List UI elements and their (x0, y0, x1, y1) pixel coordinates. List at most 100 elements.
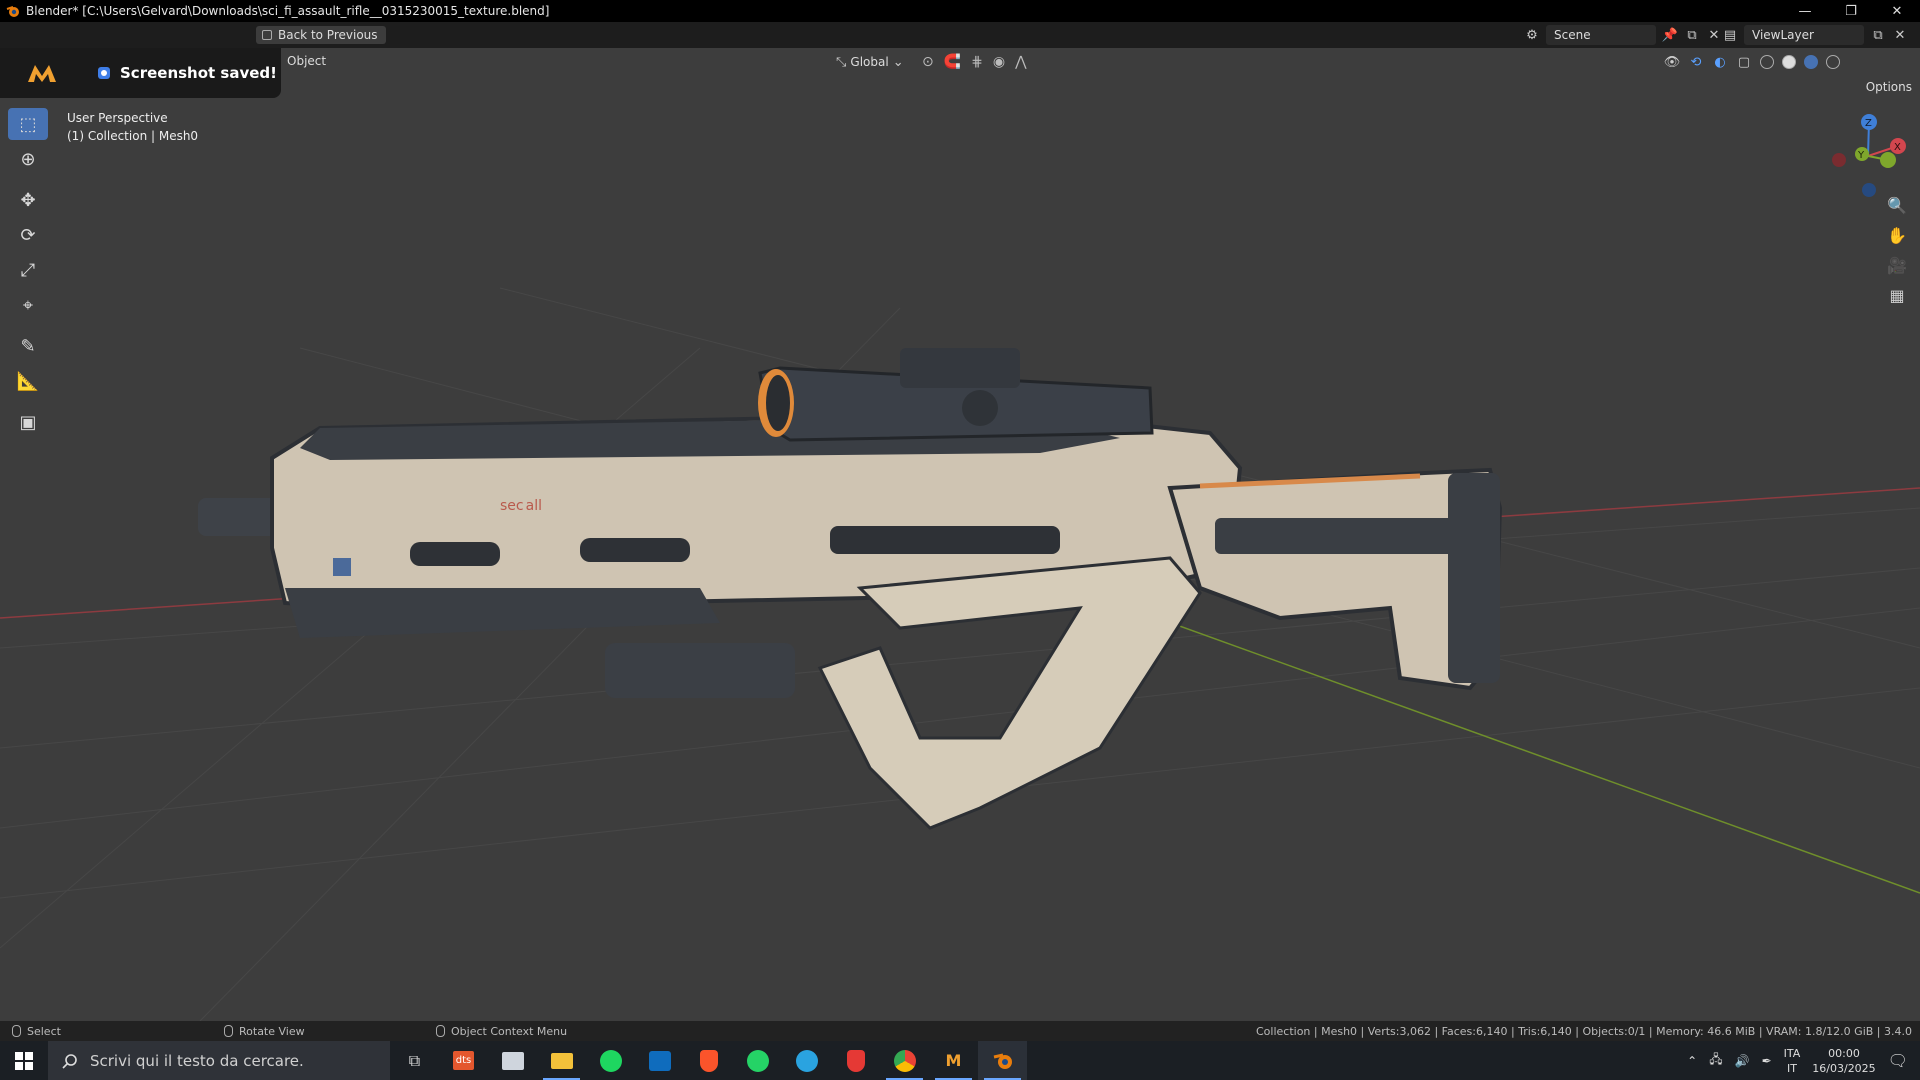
outlook-icon (648, 1050, 671, 1071)
taskbar-search[interactable]: Scrivi qui il testo da cercare. (48, 1041, 390, 1080)
scene-icon[interactable]: ⚙ (1524, 27, 1540, 43)
pin-icon[interactable]: 📌 (1662, 27, 1678, 43)
material-shading-icon[interactable] (1804, 55, 1818, 69)
network-icon[interactable]: 🖧 (1709, 1050, 1722, 1071)
taskbar-app-spotify[interactable] (586, 1041, 635, 1080)
taskbar-app-explorer[interactable] (537, 1041, 586, 1080)
ortho-grid-icon[interactable]: ▦ (1884, 282, 1910, 308)
taskbar-app-dts[interactable]: dts (439, 1041, 488, 1080)
status-context: Object Context Menu (436, 1025, 567, 1038)
rotate-tool[interactable]: ⟳ (8, 219, 48, 251)
taskbar-app-outlook[interactable] (635, 1041, 684, 1080)
start-button[interactable] (0, 1041, 48, 1080)
back-to-previous-button[interactable]: Back to Previous (256, 26, 386, 44)
language-indicator[interactable]: ITA IT (1784, 1046, 1801, 1076)
wireframe-shading-icon[interactable] (1760, 55, 1774, 69)
perspective-label: User Perspective (67, 111, 168, 125)
transform-tool[interactable]: ⌖ (8, 289, 48, 321)
blender-icon (6, 6, 19, 17)
folder-icon (550, 1052, 573, 1069)
cursor-tool[interactable]: ⊕ (8, 143, 48, 175)
move-tool[interactable]: ✥ (8, 184, 48, 216)
scene-field[interactable]: Scene (1546, 25, 1656, 45)
new-view-layer-icon[interactable]: ⧉ (1870, 27, 1886, 43)
camera-view-icon[interactable]: 🎥 (1884, 252, 1910, 278)
capture-tool-icon: M (945, 1051, 962, 1070)
tool-bar: ⬚ ⊕ ✥ ⟳ ⤢ ⌖ ✎ 📐 ▣ (8, 108, 50, 441)
clock-time: 00:00 (1828, 1046, 1860, 1060)
taskbar-app-store[interactable] (488, 1041, 537, 1080)
measure-tool[interactable]: 📐 (8, 365, 48, 397)
rifle-model: sec all (198, 348, 1503, 830)
falloff-icon[interactable]: ⋀ (1015, 54, 1026, 70)
orientation-value: Global (850, 55, 889, 69)
xray-toggle-icon[interactable]: ▢ (1736, 54, 1752, 70)
screenshot-notification: Screenshot saved! (0, 48, 281, 98)
add-cube-tool[interactable]: ▣ (8, 406, 48, 438)
move-icon: ✥ (20, 189, 36, 211)
proportional-edit-icon[interactable]: ◉ (993, 54, 1005, 70)
taskbar-app-capture-tool[interactable]: M (929, 1041, 978, 1080)
overlay-toggle-icon[interactable]: ◐ (1712, 54, 1728, 70)
brave-icon (699, 1049, 718, 1072)
delete-view-layer-icon[interactable]: ✕ (1892, 27, 1908, 43)
clock[interactable]: 00:00 16/03/2025 (1812, 1046, 1875, 1076)
scene-selector[interactable]: ⚙ Scene 📌 ⧉ ✕ (1524, 25, 1722, 45)
select-box-icon: ⬚ (19, 113, 37, 135)
telegram-icon (795, 1049, 818, 1072)
fullscreen-icon (262, 30, 272, 40)
delete-scene-icon[interactable]: ✕ (1706, 27, 1722, 43)
collection-info: (1) Collection | Mesh0 (67, 129, 199, 143)
window-title: Blender* [C:\Users\Gelvard\Downloads\sci… (26, 4, 550, 18)
3d-viewport[interactable]: sec all Object ⤡ Global ⌄ ⊙ 🧲 ⋕ ◉ ⋀ 👁 ⟲ ◐… (0, 48, 1920, 1021)
snap-icon[interactable]: 🧲 (944, 54, 961, 70)
taskbar-app-whatsapp[interactable] (733, 1041, 782, 1080)
task-view-icon: ⧉ (408, 1050, 421, 1070)
select-box-tool[interactable]: ⬚ (8, 108, 48, 140)
volume-icon[interactable]: 🔊 (1735, 1054, 1750, 1068)
svg-text:secall: sec all (500, 498, 542, 514)
snap-increment-icon[interactable]: ⋕ (971, 54, 983, 70)
shading-tools: 👁 ⟲ ◐ ▢ (1664, 52, 1840, 72)
mouse-left-icon (12, 1025, 21, 1037)
transform-orientation-dropdown[interactable]: ⤡ Global ⌄ (836, 52, 904, 72)
taskbar-app-chrome[interactable] (880, 1041, 929, 1080)
pivot-icon[interactable]: ⊙ (922, 54, 934, 70)
solid-shading-icon[interactable] (1782, 55, 1796, 69)
pan-hand-icon[interactable]: ✋ (1884, 222, 1910, 248)
windows-taskbar: Scrivi qui il testo da cercare. ⧉ dts M … (0, 1041, 1920, 1080)
clock-date: 16/03/2025 (1812, 1061, 1876, 1075)
gizmo-y-label: Y (1857, 150, 1865, 161)
store-icon (501, 1051, 524, 1070)
taskbar-app-brave-nightly[interactable] (831, 1041, 880, 1080)
options-dropdown[interactable]: Options (1866, 80, 1912, 94)
rendered-shading-icon[interactable] (1826, 55, 1840, 69)
visibility-icon[interactable]: 👁 (1664, 54, 1681, 70)
taskbar-app-telegram[interactable] (782, 1041, 831, 1080)
taskbar-app-brave[interactable] (684, 1041, 733, 1080)
status-bar: Select Rotate View Object Context Menu C… (0, 1021, 1920, 1041)
new-scene-icon[interactable]: ⧉ (1684, 27, 1700, 43)
object-menu[interactable]: Object (287, 54, 326, 68)
viewport-header: Object ⤡ Global ⌄ ⊙ 🧲 ⋕ ◉ ⋀ 👁 ⟲ ◐ ▢ Opti… (0, 48, 1920, 94)
view-layer-selector[interactable]: ▤ ViewLayer ⧉ ✕ (1722, 25, 1908, 45)
gizmo-toggle-icon[interactable]: ⟲ (1688, 54, 1704, 70)
annotate-tool[interactable]: ✎ (8, 330, 48, 362)
scale-icon: ⤢ (20, 259, 36, 281)
view-layer-field[interactable]: ViewLayer (1744, 25, 1864, 45)
task-view-button[interactable]: ⧉ (390, 1041, 439, 1080)
notifications-icon[interactable]: 🗨 (1888, 1051, 1908, 1070)
minimize-button[interactable]: — (1782, 0, 1828, 22)
restore-button[interactable]: ❐ (1828, 0, 1874, 22)
zoom-icon[interactable]: 🔍 (1884, 192, 1910, 218)
taskbar-app-blender[interactable] (978, 1041, 1027, 1080)
transform-icon: ⌖ (22, 294, 34, 316)
chevron-down-icon: ⌄ (892, 54, 904, 70)
scale-tool[interactable]: ⤢ (8, 254, 48, 286)
close-button[interactable]: ✕ (1874, 0, 1920, 22)
camera-icon (98, 67, 110, 79)
view-layer-icon[interactable]: ▤ (1722, 27, 1738, 43)
pen-icon[interactable]: ✒ (1762, 1054, 1772, 1068)
tray-overflow-icon[interactable]: ⌃ (1687, 1054, 1697, 1068)
navigation-gizmo[interactable]: Z X Y (1818, 108, 1908, 198)
